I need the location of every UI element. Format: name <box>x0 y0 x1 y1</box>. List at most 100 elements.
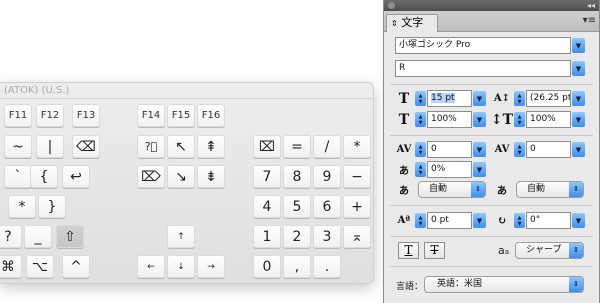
keyboard-title: (ATOK) (U.S.) <box>4 85 70 96</box>
key-shift[interactable]: ⇧ <box>56 225 84 248</box>
tab-arrows-icon: ⇕ <box>391 19 398 28</box>
underline-button[interactable]: T <box>398 242 419 259</box>
mojikumi-before-select[interactable]: 自動 ⇕ <box>418 181 486 198</box>
horizontal-scale-field[interactable]: 100% <box>526 111 571 128</box>
font-size-field[interactable]: 15 pt <box>427 90 472 107</box>
key-clear[interactable]: ⌧ <box>253 135 281 158</box>
tsume-dropdown-icon[interactable]: ▼ <box>473 162 486 177</box>
tsume-stepper[interactable]: ▲ ▼ <box>415 162 426 177</box>
key-comma[interactable]: , <box>283 255 311 278</box>
key-help[interactable]: ?⃝ <box>137 135 165 158</box>
leading-stepper[interactable]: ▲ ▼ <box>514 91 525 106</box>
key-command[interactable]: ⌘ <box>0 255 22 278</box>
kerning-icon: AV <box>396 144 412 155</box>
key-slash[interactable]: / <box>313 135 341 158</box>
key-end[interactable]: ↘ <box>167 165 195 188</box>
key-1[interactable]: 1 <box>253 225 281 248</box>
keyboard-viewer: (ATOK) (U.S.) F11 F12 F13 F14 F15 F16 ~ | ⌫ ?⃝ ↖ ⇞ ⌧… <box>0 82 374 284</box>
horizontal-scale-dropdown-icon[interactable]: ▼ <box>572 112 585 127</box>
mojikumi-after-arrow-icon: ⇕ <box>569 182 583 197</box>
key-arrow-down[interactable]: ↓ <box>167 255 195 278</box>
kerning-field[interactable]: 0 <box>427 141 472 158</box>
key-minus[interactable]: − <box>343 165 371 188</box>
antialias-label: a <box>498 244 505 257</box>
vertical-scale-field[interactable]: 100% <box>427 111 472 128</box>
baseline-shift-stepper[interactable]: ▲ ▼ <box>415 213 426 228</box>
key-0[interactable]: 0 <box>253 255 281 278</box>
rotation-stepper[interactable]: ▲ ▼ <box>514 213 525 228</box>
key-pipe[interactable]: | <box>36 135 64 158</box>
tracking-field[interactable]: 0 <box>526 141 571 158</box>
font-size-value: 15 pt <box>431 93 455 103</box>
key-period[interactable]: . <box>313 255 341 278</box>
leading-field[interactable]: (26.25 pt) <box>526 90 571 107</box>
key-arrow-left[interactable]: ← <box>137 255 165 278</box>
strikethrough-button[interactable]: T <box>424 242 445 259</box>
key-page-up[interactable]: ⇞ <box>197 135 225 158</box>
key-page-down[interactable]: ⇟ <box>197 165 225 188</box>
key-brace-open[interactable]: { <box>30 165 58 188</box>
key-backtick[interactable]: ` <box>4 165 32 188</box>
vertical-scale-stepper[interactable]: ▲ ▼ <box>415 112 426 127</box>
key-f11[interactable]: F11 <box>4 104 32 127</box>
key-f12[interactable]: F12 <box>36 104 64 127</box>
key-9[interactable]: 9 <box>313 165 341 188</box>
language-select[interactable]: 英語：米国 ⇕ <box>424 276 584 293</box>
key-f14[interactable]: F14 <box>137 104 165 127</box>
rotation-dropdown-icon[interactable]: ▼ <box>572 213 585 228</box>
key-equals[interactable]: = <box>283 135 311 158</box>
key-option[interactable]: ⌥ <box>26 255 54 278</box>
tracking-stepper[interactable]: ▲ ▼ <box>514 142 525 157</box>
font-family-field[interactable]: 小塚ゴシック Pro <box>395 37 571 54</box>
antialias-select[interactable]: シャープ ⇕ <box>515 242 584 259</box>
mojikumi-after-select[interactable]: 自動 ⇕ <box>516 181 584 198</box>
key-8[interactable]: 8 <box>283 165 311 188</box>
key-f15[interactable]: F15 <box>167 104 195 127</box>
font-style-field[interactable]: R <box>395 60 571 77</box>
font-style-dropdown-icon[interactable]: ▼ <box>572 61 585 76</box>
rotation-field[interactable]: 0° <box>526 212 571 229</box>
key-brace-close[interactable]: } <box>38 195 66 218</box>
tab-character[interactable]: ⇕ 文字 <box>386 14 438 32</box>
key-3[interactable]: 3 <box>313 225 341 248</box>
key-arrow-up[interactable]: ↑ <box>167 225 195 248</box>
panel-menu-icon[interactable]: ▾≡ <box>583 15 596 26</box>
key-f13[interactable]: F13 <box>72 104 100 127</box>
baseline-shift-dropdown-icon[interactable]: ▼ <box>473 213 486 228</box>
kerning-dropdown-icon[interactable]: ▼ <box>473 142 486 157</box>
key-enter[interactable]: ⌅ <box>343 225 371 248</box>
font-size-stepper[interactable]: ▲ ▼ <box>415 91 426 106</box>
panel-tabbar: ⇕ 文字 ▾≡ <box>384 11 599 32</box>
kerning-stepper[interactable]: ▲ ▼ <box>415 142 426 157</box>
key-tilde[interactable]: ~ <box>4 135 32 158</box>
key-return[interactable]: ↩ <box>62 165 90 188</box>
key-home[interactable]: ↖ <box>167 135 195 158</box>
font-size-dropdown-icon[interactable]: ▼ <box>473 91 486 106</box>
key-2[interactable]: 2 <box>283 225 311 248</box>
key-control[interactable]: ^ <box>62 255 90 278</box>
key-question[interactable]: ? <box>0 225 22 248</box>
key-7[interactable]: 7 <box>253 165 281 188</box>
key-delete[interactable]: ⌫ <box>72 135 100 158</box>
key-star[interactable]: * <box>8 195 36 218</box>
baseline-shift-field[interactable]: 0 pt <box>427 212 472 229</box>
key-plus[interactable]: + <box>343 195 371 218</box>
tracking-dropdown-icon[interactable]: ▼ <box>572 142 585 157</box>
font-family-dropdown-icon[interactable]: ▼ <box>572 38 585 53</box>
close-button[interactable] <box>388 2 395 9</box>
vertical-scale-dropdown-icon[interactable]: ▼ <box>473 112 486 127</box>
horizontal-scale-stepper[interactable]: ▲ ▼ <box>514 112 525 127</box>
key-f16[interactable]: F16 <box>197 104 225 127</box>
key-6[interactable]: 6 <box>313 195 341 218</box>
horizontal-scale-icon: ↕T <box>490 111 514 128</box>
key-arrow-right[interactable]: → <box>197 255 225 278</box>
key-forward-delete[interactable]: ⌦ <box>137 165 165 188</box>
collapse-icon[interactable]: ◂◂ <box>587 0 595 11</box>
key-5[interactable]: 5 <box>283 195 311 218</box>
mojikumi-before-icon: あ <box>399 186 409 197</box>
key-4[interactable]: 4 <box>253 195 281 218</box>
tsume-field[interactable]: 0% <box>427 161 472 178</box>
key-asterisk[interactable]: * <box>343 135 371 158</box>
leading-dropdown-icon[interactable]: ▼ <box>572 91 585 106</box>
key-underscore[interactable]: _ <box>24 225 52 248</box>
